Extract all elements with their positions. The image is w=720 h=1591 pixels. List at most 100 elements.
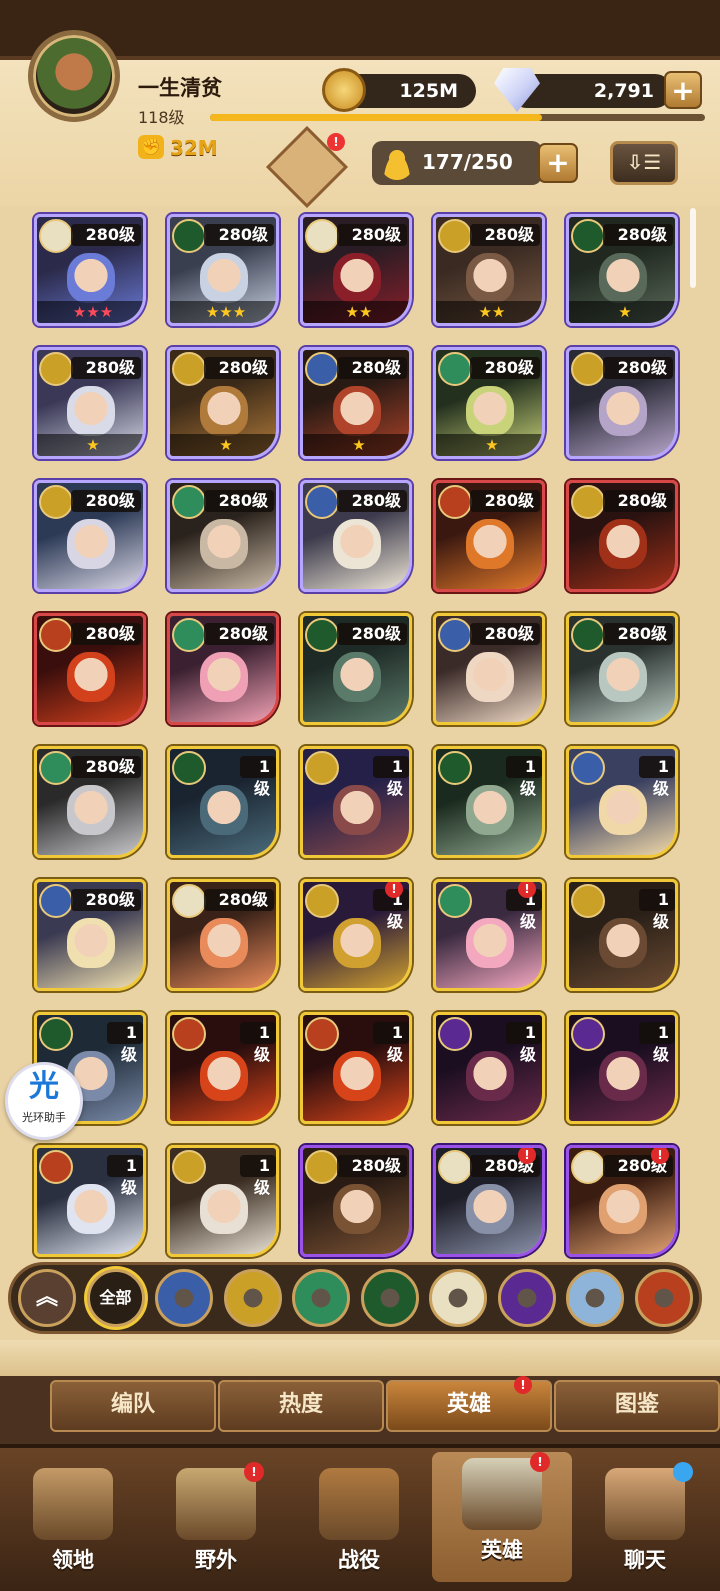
nav-icon <box>176 1468 256 1540</box>
hero-face <box>333 1051 381 1101</box>
hero-face <box>333 918 381 968</box>
celestial-faction-icon <box>571 1150 605 1184</box>
lightbearer-faction-icon <box>305 485 339 519</box>
hero-card[interactable]: 280级 <box>34 879 146 991</box>
hero-card[interactable]: 280级 <box>34 746 146 858</box>
hero-card[interactable]: 280级 <box>167 480 279 592</box>
graveborn-faction-icon <box>172 352 206 386</box>
wilder-faction-icon <box>305 618 339 652</box>
hero-level: 280级 <box>71 623 141 645</box>
filter-celestial-icon[interactable] <box>429 1269 487 1327</box>
hero-card[interactable]: 280级 <box>34 613 146 725</box>
nav-label: 领地 <box>52 1548 94 1572</box>
subtab-3[interactable]: 图鉴 <box>554 1380 720 1432</box>
celestial-faction-icon <box>172 884 206 918</box>
filter-wilder-icon[interactable] <box>360 1269 419 1327</box>
hero-card[interactable]: 280级 <box>566 613 678 725</box>
subtab-2[interactable]: 英雄! <box>386 1376 552 1432</box>
graveborn-faction-icon <box>571 884 605 918</box>
hero-count: 177/250 <box>422 150 513 174</box>
hero-card[interactable]: 280级 ★ <box>300 347 412 459</box>
hero-card[interactable]: 1级 <box>167 746 279 858</box>
filter-hypogean-icon[interactable] <box>497 1269 556 1327</box>
hero-card[interactable]: 280级 <box>433 613 545 725</box>
hero-card[interactable]: 1级 <box>566 879 678 991</box>
sort-button[interactable]: ⇩☰ <box>610 141 678 185</box>
subtab-1[interactable]: 热度 <box>218 1380 384 1432</box>
filter-graveborn-icon[interactable] <box>223 1269 282 1327</box>
nav-item-3[interactable]: 英雄! <box>432 1452 572 1582</box>
hero-card[interactable]: 1级 <box>300 1012 412 1124</box>
hero-card[interactable]: 1级 <box>34 1145 146 1257</box>
hero-grid-scrollbar[interactable] <box>690 208 696 288</box>
nav-notification-badge: ! <box>244 1462 264 1482</box>
hero-card[interactable]: 280级 <box>34 480 146 592</box>
hero-card[interactable]: 1级 <box>566 746 678 858</box>
hero-level: 280级 <box>71 357 141 379</box>
hero-card[interactable]: 280级 <box>433 480 545 592</box>
hero-card[interactable]: 280级 ★ <box>34 347 146 459</box>
hero-face <box>466 253 514 303</box>
hero-card[interactable]: 280级 <box>300 1145 412 1257</box>
chevron-up-icon[interactable]: ︽ <box>18 1269 76 1327</box>
hero-card[interactable]: 1级 <box>433 746 545 858</box>
hero-card[interactable]: 1级! <box>433 879 545 991</box>
hero-card[interactable]: 1级 <box>433 1012 545 1124</box>
hero-card[interactable]: 280级 <box>566 480 678 592</box>
nav-item-0[interactable]: 领地 <box>3 1462 143 1582</box>
filter-lightbearer-icon[interactable] <box>155 1269 213 1327</box>
subtab-0[interactable]: 编队 <box>50 1380 216 1432</box>
hero-card[interactable]: 1级 <box>300 746 412 858</box>
hero-card[interactable]: 280级 ★★★ <box>167 214 279 326</box>
expand-hero-slots-button[interactable]: + <box>538 143 578 183</box>
maulers-faction-icon <box>438 884 472 918</box>
hero-level: 1级 <box>639 889 675 931</box>
hero-level: 280级 <box>204 357 274 379</box>
hypogean-faction-icon <box>571 1017 605 1051</box>
nav-item-2[interactable]: 战役 <box>289 1462 429 1582</box>
nav-item-4[interactable]: 聊天 <box>575 1462 715 1582</box>
hero-card[interactable]: 280级 ★ <box>566 214 678 326</box>
hero-face <box>599 1184 647 1234</box>
hero-card[interactable]: 280级 <box>566 347 678 459</box>
hero-card[interactable]: 1级 <box>167 1012 279 1124</box>
hero-card[interactable]: 280级 <box>167 879 279 991</box>
filter-maulers-icon[interactable] <box>292 1269 350 1327</box>
wilder-faction-icon <box>172 751 206 785</box>
chat-unread-dot <box>673 1462 693 1482</box>
hero-stars: ★★★ <box>170 301 276 323</box>
hero-card[interactable]: 280级 ★ <box>167 347 279 459</box>
subtab-label: 编队 <box>110 1392 155 1417</box>
hero-card[interactable]: 1级! <box>300 879 412 991</box>
hero-face <box>466 785 514 835</box>
graveborn-faction-icon <box>39 485 73 519</box>
hero-card[interactable]: 280级 <box>300 480 412 592</box>
floating-helper-button[interactable]: 光 光环助手 <box>5 1062 83 1140</box>
hero-card[interactable]: 280级 ★★ <box>300 214 412 326</box>
filter-dimensional-icon[interactable] <box>634 1269 693 1327</box>
hero-card[interactable]: 280级 ★★ <box>433 214 545 326</box>
hero-stars: ★ <box>170 434 276 456</box>
hero-card[interactable]: 280级 ★★★ <box>34 214 146 326</box>
hero-level: 1级 <box>240 756 276 798</box>
hero-level: 280级 <box>337 224 407 246</box>
hero-stars: ★ <box>303 434 409 456</box>
hero-level: 280级 <box>204 490 274 512</box>
hero-face <box>599 386 647 436</box>
hero-level: 280级 <box>470 623 540 645</box>
hero-face <box>67 652 115 702</box>
filter-tidal-icon[interactable] <box>566 1269 624 1327</box>
hero-card[interactable]: 280级 <box>300 613 412 725</box>
filter-all-button[interactable]: 全部 <box>86 1269 145 1327</box>
hero-person-icon <box>380 146 414 180</box>
player-avatar[interactable] <box>28 30 120 122</box>
hero-card[interactable]: 280级! <box>433 1145 545 1257</box>
hero-card[interactable]: 1级 <box>167 1145 279 1257</box>
add-diamonds-button[interactable]: + <box>664 71 702 109</box>
hero-card[interactable]: 280级 <box>167 613 279 725</box>
nav-item-1[interactable]: 野外! <box>146 1462 286 1582</box>
hero-card[interactable]: 280级! <box>566 1145 678 1257</box>
wilder-faction-icon <box>172 219 206 253</box>
hero-card[interactable]: 1级 <box>566 1012 678 1124</box>
hero-card[interactable]: 280级 ★ <box>433 347 545 459</box>
